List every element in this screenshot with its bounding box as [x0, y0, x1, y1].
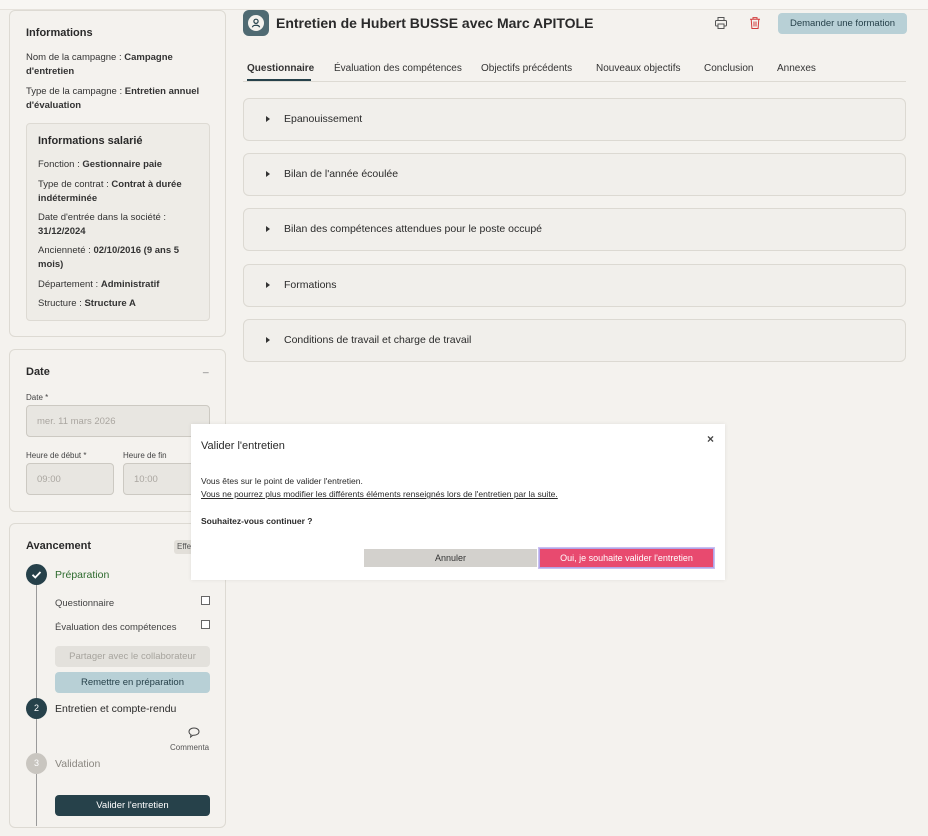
employee-info-card: Informations salarié Fonction : Gestionn…	[26, 123, 210, 321]
campaign-type: Type de la campagne : Entretien annuel d…	[26, 86, 200, 111]
section-label: Epanouissement	[284, 113, 363, 125]
section-trainings[interactable]: Formations	[243, 264, 906, 307]
section-epanouissement[interactable]: Epanouissement	[243, 98, 906, 141]
employee-function: Fonction : Gestionnaire paie	[38, 159, 163, 170]
step-validation-number: 3	[26, 753, 47, 774]
step-validation-label: Validation	[55, 758, 101, 770]
step-preparation-done	[26, 564, 47, 585]
informations-card: Informations Nom de la campagne : Campag…	[9, 10, 226, 337]
questionnaire-checkbox[interactable]	[201, 596, 210, 605]
comment-icon[interactable]	[188, 727, 200, 738]
step-interview-number: 2	[26, 698, 47, 719]
tab-new-objectives[interactable]: Nouveaux objectifs	[596, 63, 681, 74]
employee-structure: Structure : Structure A	[38, 298, 136, 309]
check-icon	[31, 571, 42, 579]
print-icon[interactable]	[714, 16, 728, 30]
section-skills-review[interactable]: Bilan des compétences attendues pour le …	[243, 208, 906, 251]
expand-arrow-icon	[266, 282, 270, 288]
informations-title: Informations	[26, 27, 93, 39]
employee-info-title: Informations salarié	[38, 135, 143, 147]
active-tab-indicator	[247, 79, 311, 81]
campaign-name: Nom de la campagne : Campagne d'entretie…	[26, 52, 173, 77]
start-time-field[interactable]: 09:00	[26, 463, 114, 495]
section-label: Bilan des compétences attendues pour le …	[284, 223, 543, 235]
validate-interview-dialog: Valider l'entretien × Vous êtes sur le p…	[191, 424, 725, 580]
employee-contract: Type de contrat : Contrat à durée indéte…	[38, 179, 182, 204]
section-work-conditions[interactable]: Conditions de travail et charge de trava…	[243, 319, 906, 362]
expand-arrow-icon	[266, 337, 270, 343]
sub-questionnaire-label: Questionnaire	[55, 598, 115, 609]
share-with-collaborator-button[interactable]: Partager avec le collaborateur	[55, 646, 210, 667]
tab-conclusion[interactable]: Conclusion	[704, 63, 753, 74]
date-title: Date	[26, 366, 50, 378]
expand-arrow-icon	[266, 116, 270, 122]
date-field[interactable]: mer. 11 mars 2026	[26, 405, 210, 437]
dialog-cancel-button[interactable]: Annuler	[364, 549, 537, 567]
top-strip	[0, 0, 928, 10]
page-title: Entretien de Hubert BUSSE avec Marc APIT…	[276, 15, 594, 31]
dialog-message-line1: Vous êtes sur le point de valider l'entr…	[201, 476, 363, 486]
tab-previous-objectives[interactable]: Objectifs précédents	[481, 63, 572, 74]
interview-avatar	[243, 10, 269, 36]
progress-title: Avancement	[26, 540, 92, 552]
employee-entry-date: Date d'entrée dans la société : 31/12/20…	[38, 212, 167, 237]
expand-arrow-icon	[266, 226, 270, 232]
tab-questionnaire[interactable]: Questionnaire	[247, 63, 314, 74]
request-training-button[interactable]: Demander une formation	[778, 13, 907, 34]
tab-annexes[interactable]: Annexes	[777, 63, 816, 74]
dialog-question: Souhaitez-vous continuer ?	[201, 516, 313, 526]
validate-interview-button[interactable]: Valider l'entretien	[55, 795, 210, 816]
section-year-review[interactable]: Bilan de l'année écoulée	[243, 153, 906, 196]
dialog-message-line2: Vous ne pourrez plus modifier les différ…	[201, 489, 558, 499]
section-label: Conditions de travail et charge de trava…	[284, 334, 472, 346]
dialog-close-button[interactable]: ×	[707, 432, 714, 446]
end-time-label: Heure de fin	[123, 451, 167, 460]
step-interview-label: Entretien et compte-rendu	[55, 703, 177, 715]
dialog-title: Valider l'entretien	[201, 440, 285, 452]
employee-department: Département : Administratif	[38, 279, 160, 290]
user-icon	[251, 18, 261, 28]
dialog-confirm-button[interactable]: Oui, je souhaite valider l'entretien	[539, 548, 714, 568]
reprepare-button[interactable]: Remettre en préparation	[55, 672, 210, 693]
collapse-button[interactable]: _	[203, 363, 209, 374]
start-time-label: Heure de début *	[26, 451, 87, 460]
step-preparation-label: Préparation	[55, 569, 110, 581]
employee-seniority: Ancienneté : 02/10/2016 (9 ans 5 mois)	[38, 245, 180, 270]
tabs-divider	[243, 81, 906, 82]
competences-checkbox[interactable]	[201, 620, 210, 629]
section-label: Formations	[284, 279, 337, 291]
sub-competences-label: Évaluation des compétences	[55, 622, 177, 633]
tab-competences[interactable]: Évaluation des compétences	[334, 63, 462, 74]
expand-arrow-icon	[266, 171, 270, 177]
delete-icon[interactable]	[748, 16, 762, 30]
progress-timeline-line	[36, 564, 37, 826]
comments-label[interactable]: Commenta	[170, 743, 209, 752]
date-label: Date *	[26, 393, 49, 402]
section-label: Bilan de l'année écoulée	[284, 168, 399, 180]
